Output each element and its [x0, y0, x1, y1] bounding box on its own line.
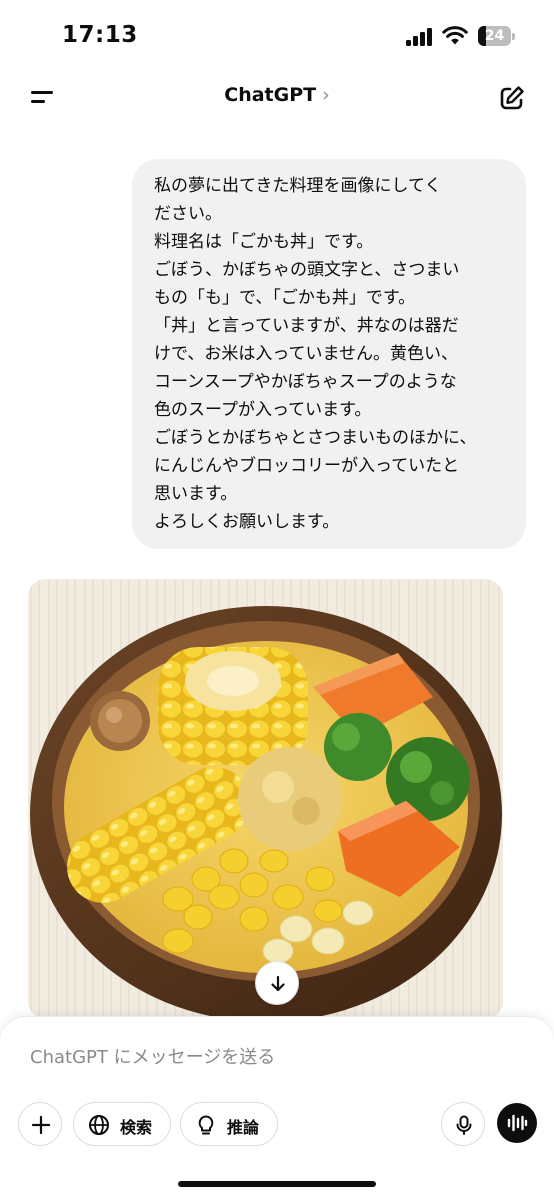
- nav-bar: ChatGPT ›: [0, 74, 554, 122]
- chat-screen: 17:13 24 ChatGPT › 私の夢に出てきた料理を画像にしてく ださい…: [0, 0, 554, 1200]
- message-line: ごぼうとかぼちゃとさつまいものほかに、: [154, 428, 477, 448]
- soup-illustration: [28, 579, 503, 1019]
- lightbulb-icon: [198, 1115, 214, 1135]
- plus-icon: [31, 1115, 51, 1135]
- message-line: ださい。: [154, 204, 222, 224]
- arrow-down-icon: [271, 975, 285, 992]
- voice-waveform-icon: [507, 1114, 528, 1132]
- wifi-icon: [442, 26, 468, 45]
- scroll-down-button[interactable]: [255, 961, 299, 1005]
- home-indicator: [178, 1181, 376, 1187]
- message-line: 料理名は「ごかも丼」です。: [154, 232, 374, 252]
- chevron-right-icon: ›: [322, 84, 330, 106]
- voice-mode-button[interactable]: [497, 1103, 537, 1143]
- message-line: 「丼」と言っていますが、丼なのは器だ: [154, 316, 459, 336]
- compose-icon: [500, 86, 524, 110]
- user-message-bubble: 私の夢に出てきた料理を画像にしてく ださい。 料理名は「ごかも丼」です。 ごぼう…: [132, 159, 526, 549]
- signal-icon: [406, 28, 432, 46]
- add-button[interactable]: [18, 1102, 62, 1146]
- microphone-icon: [456, 1115, 472, 1135]
- message-line: にんじんやブロッコリーが入っていたと: [154, 456, 460, 476]
- nav-title: ChatGPT: [224, 84, 317, 106]
- reason-label: 推論: [227, 1118, 260, 1137]
- microphone-button[interactable]: [441, 1102, 485, 1146]
- message-line: よろしくお願いします。: [154, 512, 340, 532]
- globe-icon: [89, 1115, 109, 1135]
- message-line: 思います。: [154, 484, 238, 504]
- search-label: 検索: [120, 1118, 153, 1137]
- battery-icon: 24: [478, 26, 516, 46]
- status-time: 17:13: [62, 22, 138, 48]
- message-line: コーンスープやかぼちゃスープのような: [154, 372, 457, 392]
- status-bar: 17:13 24: [0, 0, 554, 74]
- message-line: 私の夢に出てきた料理を画像にしてく: [154, 176, 442, 196]
- message-line: けで、お米は入っていません。黄色い、: [154, 344, 458, 364]
- search-button[interactable]: 検索: [73, 1102, 171, 1146]
- message-line: 色のスープが入っています。: [154, 400, 372, 420]
- model-selector[interactable]: ChatGPT ›: [0, 84, 554, 106]
- new-chat-button[interactable]: [496, 82, 528, 114]
- generated-image[interactable]: [28, 579, 503, 1019]
- reason-button[interactable]: 推論: [180, 1102, 278, 1146]
- message-line: もの「も」で、「ごかも丼」です。: [154, 288, 416, 308]
- battery-percent: 24: [484, 28, 505, 44]
- message-input[interactable]: ChatGPT にメッセージを送る: [30, 1043, 275, 1069]
- message-line: ごぼう、かぼちゃの頭文字と、さつまい: [154, 260, 460, 280]
